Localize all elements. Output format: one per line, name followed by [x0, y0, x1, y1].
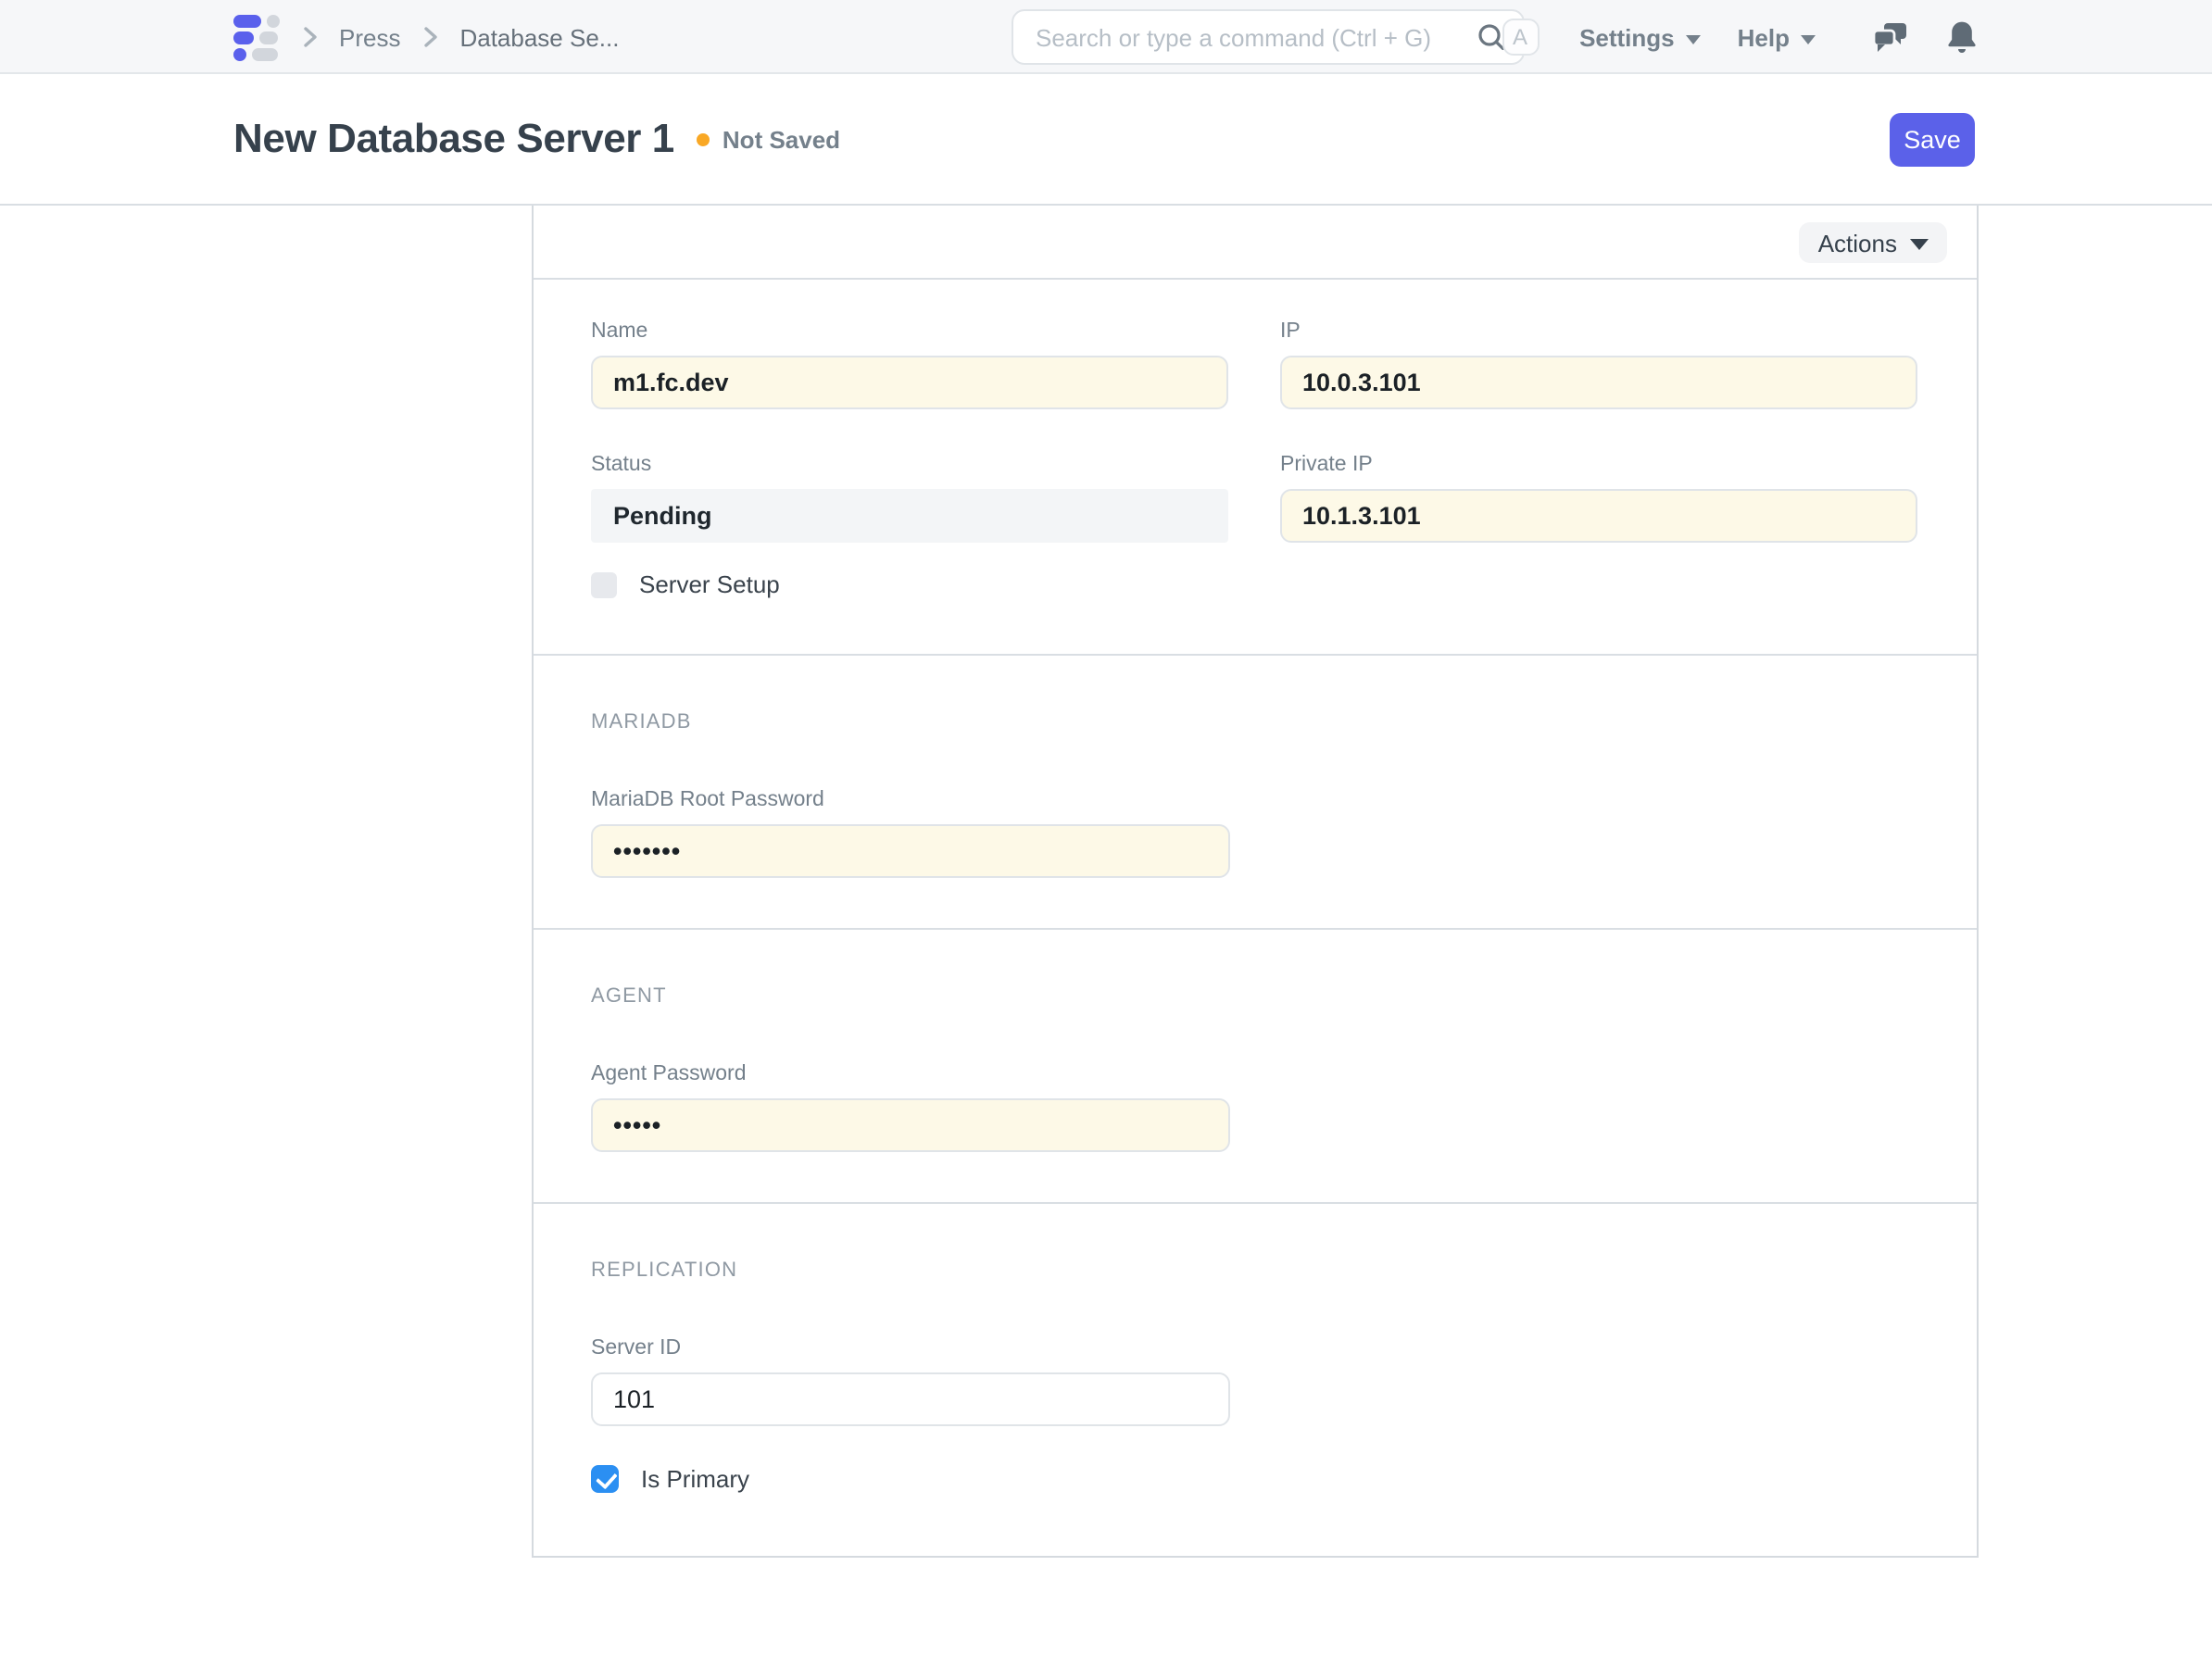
- breadcrumb-item-press[interactable]: Press: [339, 23, 400, 51]
- ip-label: IP: [1280, 320, 1917, 343]
- server-setup-label: Server Setup: [639, 570, 780, 598]
- field-mariadb-root-password: MariaDB Root Password: [591, 789, 1230, 878]
- field-is-primary: Is Primary: [591, 1465, 1917, 1493]
- unsaved-indicator-label: Not Saved: [723, 125, 840, 153]
- server-setup-checkbox[interactable]: [591, 571, 617, 597]
- breadcrumb: Press Database Se...: [233, 0, 619, 74]
- app-window: Press Database Se... A Settings Help: [0, 0, 2212, 1654]
- is-primary-checkbox[interactable]: [591, 1465, 619, 1493]
- help-menu[interactable]: Help: [1738, 23, 1816, 51]
- section-replication: REPLICATION Server ID Is Primary: [534, 1204, 1977, 1556]
- private-ip-input[interactable]: [1280, 489, 1917, 543]
- field-status: Status Pending: [591, 454, 1228, 543]
- chevron-right-icon: [419, 24, 441, 50]
- field-agent-password: Agent Password: [591, 1063, 1230, 1152]
- save-button[interactable]: Save: [1890, 113, 1975, 167]
- agent-password-label: Agent Password: [591, 1063, 1230, 1085]
- chat-icon[interactable]: [1873, 21, 1908, 53]
- name-input[interactable]: [591, 356, 1228, 409]
- global-search: [1012, 9, 1525, 65]
- form-card: Actions Name IP Status Pending: [532, 206, 1979, 1558]
- help-menu-label: Help: [1738, 23, 1790, 51]
- is-primary-label: Is Primary: [641, 1465, 749, 1493]
- field-server-setup: Server Setup: [591, 570, 1917, 598]
- agent-section-heading: AGENT: [591, 985, 1917, 1008]
- field-server-id: Server ID: [591, 1337, 1230, 1426]
- avatar[interactable]: A: [1502, 19, 1539, 56]
- chevron-down-icon: [1910, 239, 1929, 250]
- status-value: Pending: [591, 489, 1228, 543]
- agent-password-input[interactable]: [591, 1098, 1230, 1152]
- section-agent: AGENT Agent Password: [534, 930, 1977, 1204]
- mariadb-root-password-label: MariaDB Root Password: [591, 789, 1230, 811]
- status-label: Status: [591, 454, 1228, 476]
- unsaved-indicator: Not Saved: [697, 125, 840, 153]
- chevron-down-icon: [1801, 34, 1816, 44]
- breadcrumb-item-database-server[interactable]: Database Se...: [459, 23, 619, 51]
- navbar-actions: A Settings Help: [1502, 0, 1977, 74]
- search-input[interactable]: [1012, 9, 1525, 65]
- field-ip: IP: [1280, 320, 1917, 409]
- ip-input[interactable]: [1280, 356, 1917, 409]
- section-mariadb: MARIADB MariaDB Root Password: [534, 656, 1977, 930]
- frappe-logo[interactable]: [233, 14, 280, 60]
- top-navbar: Press Database Se... A Settings Help: [0, 0, 2212, 74]
- actions-button-label: Actions: [1818, 229, 1897, 257]
- name-label: Name: [591, 320, 1228, 343]
- page-title: New Database Server 1: [233, 115, 674, 163]
- bell-icon[interactable]: [1947, 20, 1977, 54]
- actions-button[interactable]: Actions: [1800, 222, 1947, 263]
- mariadb-section-heading: MARIADB: [591, 711, 1917, 733]
- settings-menu[interactable]: Settings: [1579, 23, 1701, 51]
- replication-section-heading: REPLICATION: [591, 1259, 1917, 1282]
- page-header: New Database Server 1 Not Saved Save: [0, 74, 2212, 206]
- private-ip-label: Private IP: [1280, 454, 1917, 476]
- field-private-ip: Private IP: [1280, 454, 1917, 543]
- section-main: Name IP Status Pending Private IP: [534, 280, 1977, 656]
- settings-menu-label: Settings: [1579, 23, 1675, 51]
- chevron-right-icon: [298, 24, 320, 50]
- field-name: Name: [591, 320, 1228, 409]
- form-toolbar: Actions: [534, 206, 1977, 280]
- mariadb-root-password-input[interactable]: [591, 824, 1230, 878]
- server-id-label: Server ID: [591, 1337, 1230, 1360]
- server-id-input[interactable]: [591, 1372, 1230, 1426]
- unsaved-indicator-dot: [697, 132, 710, 145]
- chevron-down-icon: [1686, 34, 1701, 44]
